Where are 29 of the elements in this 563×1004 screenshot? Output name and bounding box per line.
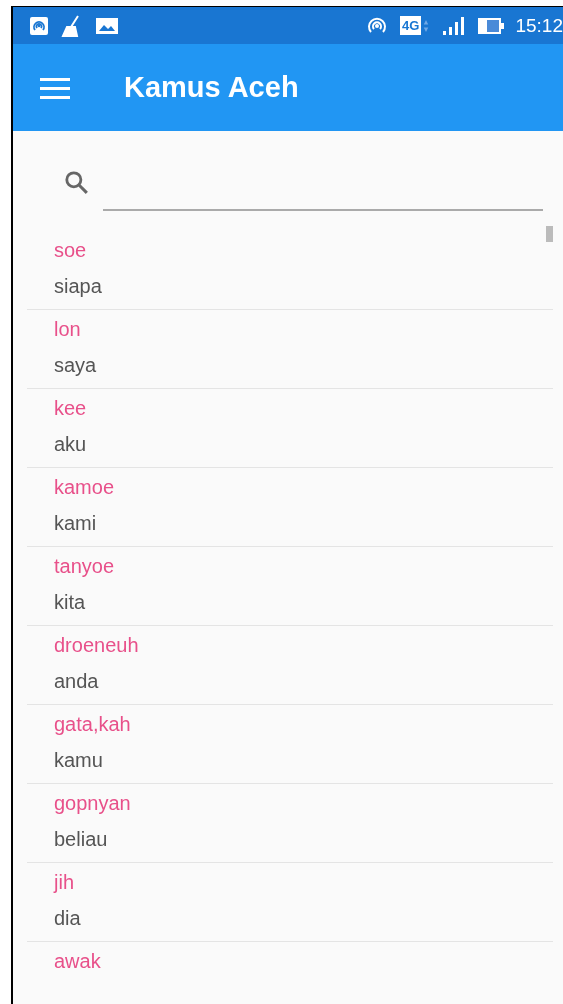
entry-meaning[interactable]: kami xyxy=(54,502,553,544)
entry-word[interactable]: jih xyxy=(54,867,553,897)
entry-word[interactable]: tanyoe xyxy=(54,551,553,581)
nfc-icon xyxy=(29,15,49,36)
app-title: Kamus Aceh xyxy=(124,71,299,104)
entry-word[interactable]: droeneuh xyxy=(54,630,553,660)
entry-meaning[interactable]: kamu xyxy=(54,739,553,781)
search-icon xyxy=(63,169,89,195)
entry-word[interactable]: gopnyan xyxy=(54,788,553,818)
entry-word[interactable]: kee xyxy=(54,393,553,423)
entry-meaning[interactable]: siapa xyxy=(54,265,553,307)
network-type-badge: 4G xyxy=(400,16,422,35)
entry-meaning[interactable]: aku xyxy=(54,423,553,465)
status-time: 15:12 xyxy=(515,14,563,37)
signal-icon xyxy=(441,15,466,36)
scrollbar xyxy=(546,226,553,242)
entry-word[interactable]: gata,kah xyxy=(54,709,553,739)
menu-icon[interactable] xyxy=(40,76,70,99)
entry-meaning[interactable]: beliau xyxy=(54,818,553,860)
entry-meaning[interactable]: anda xyxy=(54,660,553,702)
entry-meaning[interactable]: saya xyxy=(54,344,553,386)
entry-meaning[interactable]: kita xyxy=(54,581,553,623)
battery-icon xyxy=(477,16,506,35)
entry-word[interactable]: awak xyxy=(54,946,553,976)
entry-word[interactable]: lon xyxy=(54,314,553,344)
image-icon xyxy=(95,15,119,36)
entry-meaning[interactable]: dia xyxy=(54,897,553,939)
entry-word[interactable]: soe xyxy=(54,235,553,265)
entry-word[interactable]: kamoe xyxy=(54,472,553,502)
